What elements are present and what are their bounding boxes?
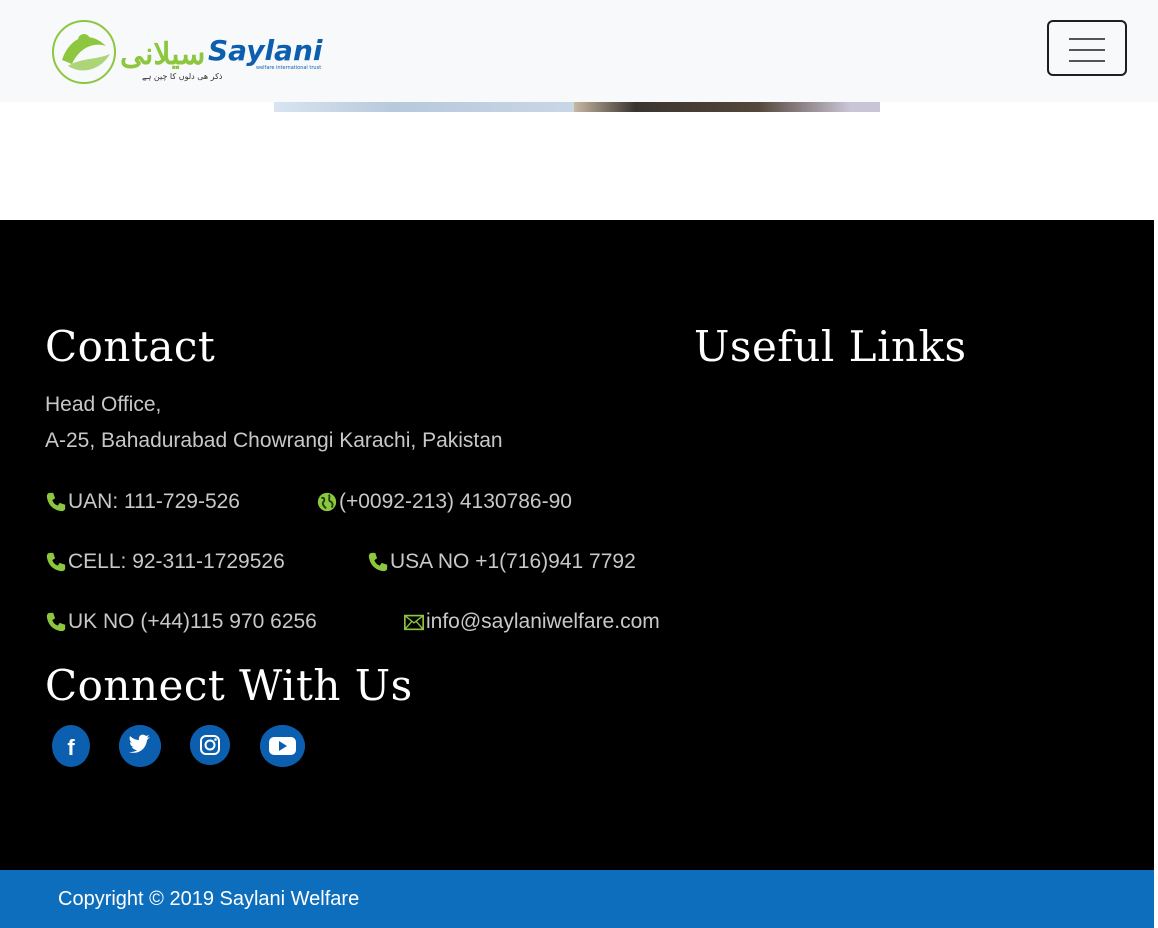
address-line-2: A-25, Bahadurabad Chowrangi Karachi, Pak… [45, 429, 503, 452]
connect-heading: Connect With Us [45, 661, 413, 710]
menu-toggle-button[interactable] [1047, 20, 1127, 76]
copyright-text: Copyright © 2019 Saylani Welfare [58, 888, 360, 910]
cell-phone[interactable]: CELL: 92-311-1729526 [45, 550, 285, 574]
phone-icon [46, 492, 66, 512]
usa-text: USA NO +1(716)941 7792 [390, 550, 636, 573]
cell-text: CELL: 92-311-1729526 [68, 550, 285, 573]
navbar: سیلانی Saylani welfare international tru… [0, 0, 1158, 102]
page-edge [1154, 102, 1158, 928]
hamburger-icon [1069, 38, 1105, 40]
intl-phone[interactable]: (+0092-213) 4130786-90 [316, 490, 572, 514]
svg-text:ذکر ھی دلوں کا چین ہے: ذکر ھی دلوں کا چین ہے [142, 72, 223, 81]
instagram-icon[interactable] [190, 725, 230, 765]
hamburger-icon-line [1069, 60, 1105, 62]
hamburger-icon-line [1069, 49, 1105, 51]
svg-text:welfare international trust: welfare international trust [256, 65, 321, 71]
uk-text: UK NO (+44)115 970 6256 [68, 610, 317, 633]
uk-phone[interactable]: UK NO (+44)115 970 6256 [45, 610, 317, 634]
footer [0, 220, 1154, 870]
svg-text:Saylani: Saylani [208, 34, 323, 67]
address-line-1: Head Office, [45, 393, 162, 416]
uan-phone[interactable]: UAN: 111-729-526 [45, 490, 240, 514]
phone-icon [46, 612, 66, 632]
globe-icon [317, 492, 337, 512]
usa-phone[interactable]: USA NO +1(716)941 7792 [367, 550, 636, 574]
phone-icon [368, 552, 388, 572]
envelope-icon [404, 614, 424, 631]
email-link[interactable]: info@saylaniwelfare.com [403, 610, 660, 634]
svg-text:f: f [67, 735, 75, 760]
saylani-logo[interactable]: سیلانی Saylani welfare international tru… [50, 16, 325, 88]
svg-text:سیلانی: سیلانی [120, 37, 205, 72]
uan-text: UAN: 111-729-526 [68, 490, 240, 513]
useful-links-heading: Useful Links [694, 322, 967, 371]
youtube-icon[interactable] [260, 725, 305, 767]
logo-mark-icon: سیلانی Saylani welfare international tru… [52, 20, 323, 84]
phone-icon [46, 552, 66, 572]
banner-image-edge [274, 102, 880, 112]
facebook-icon[interactable]: f [52, 725, 90, 767]
intl-phone-text: (+0092-213) 4130786-90 [339, 490, 572, 513]
twitter-icon[interactable] [119, 725, 161, 767]
email-text: info@saylaniwelfare.com [426, 610, 660, 633]
contact-heading: Contact [45, 322, 216, 371]
